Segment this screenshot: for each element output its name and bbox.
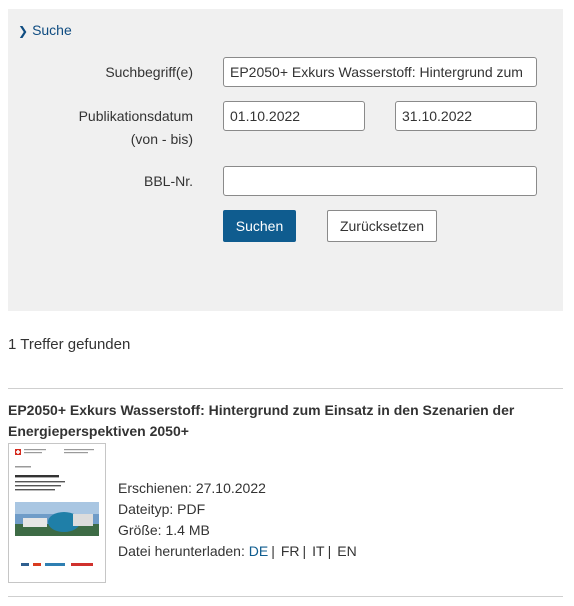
chevron-right-icon: ❯ xyxy=(18,24,29,38)
published-label: Erschienen: xyxy=(118,480,192,496)
language-separator: | xyxy=(302,543,307,559)
bbl-number-input[interactable] xyxy=(223,166,537,196)
language-separator: | xyxy=(271,543,275,559)
filetype-row: Dateityp: PDF xyxy=(118,501,205,517)
publication-date-label: Publikationsdatum xyxy=(78,108,193,124)
size-value: 1.4 MB xyxy=(165,522,210,538)
publication-date-sublabel: (von - bis) xyxy=(130,131,193,147)
published-row: Erschienen: 27.10.2022 xyxy=(118,480,266,496)
date-from-input[interactable]: 01.10.2022 xyxy=(223,101,365,131)
search-toggle-label: Suche xyxy=(32,22,72,38)
search-term-label: Suchbegriff(e) xyxy=(105,64,193,80)
download-row: Datei herunterladen: DE | FR | IT | EN xyxy=(118,543,357,559)
bbl-number-label: BBL-Nr. xyxy=(143,173,193,189)
download-link-fr[interactable]: FR xyxy=(281,543,300,559)
download-label: Datei herunterladen: xyxy=(118,543,245,559)
search-term-input[interactable]: EP2050+ Exkurs Wasserstoff: Hintergrund … xyxy=(223,57,537,87)
download-link-it[interactable]: IT xyxy=(312,543,324,559)
date-to-input[interactable]: 31.10.2022 xyxy=(395,101,537,131)
size-label: Größe: xyxy=(118,522,162,538)
published-date: 27.10.2022 xyxy=(195,480,266,496)
result-divider-bottom xyxy=(8,596,563,597)
result-divider-top xyxy=(8,388,563,389)
filetype-label: Dateityp: xyxy=(118,501,174,517)
pdf-cover-image xyxy=(9,444,105,582)
result-title: EP2050+ Exkurs Wasserstoff: Hintergrund … xyxy=(8,402,515,439)
language-separator: | xyxy=(327,543,332,559)
result-count: 1 Treffer gefunden xyxy=(8,336,131,353)
download-link-en[interactable]: EN xyxy=(337,543,356,559)
search-button[interactable]: Suchen xyxy=(223,210,296,242)
reset-button[interactable]: Zurücksetzen xyxy=(327,210,437,242)
download-link-de[interactable]: DE xyxy=(249,543,268,559)
size-row: Größe: 1.4 MB xyxy=(118,522,210,538)
pdf-cover-thumbnail[interactable] xyxy=(8,443,106,583)
search-toggle[interactable]: ❯ Suche xyxy=(18,22,72,38)
search-panel xyxy=(8,9,563,311)
filetype-value: PDF xyxy=(177,501,206,517)
